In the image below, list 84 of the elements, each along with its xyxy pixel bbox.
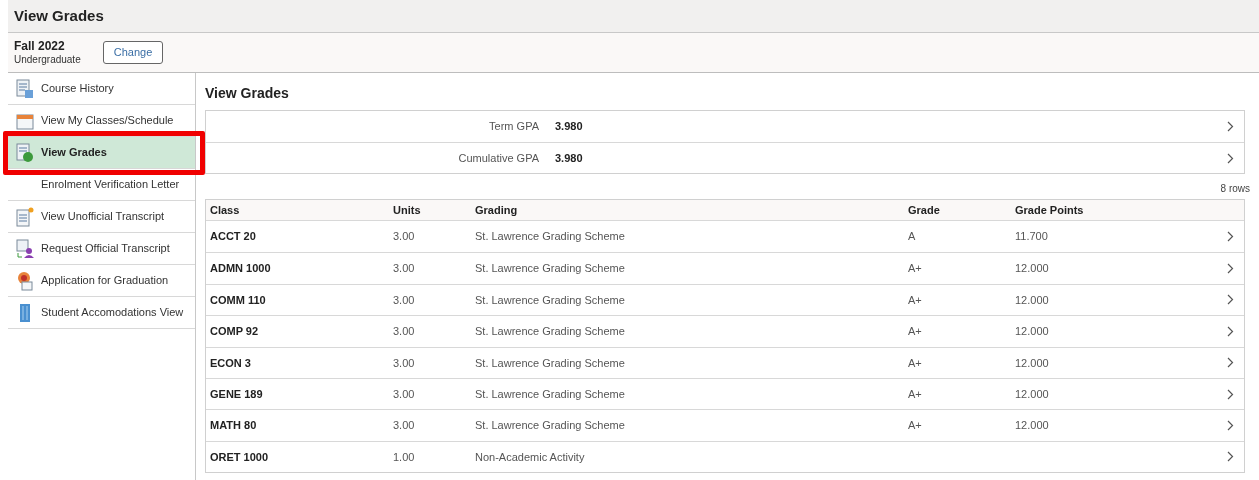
column-header: Grading — [475, 202, 519, 218]
grade-row[interactable]: GENE 189 3.00 St. Lawrence Grading Scheme A+ 12.000 — [206, 377, 1244, 410]
table-cell: St. Lawrence Grading Scheme — [475, 293, 625, 306]
grade-row[interactable]: ACCT 20 3.00 St. Lawrence Grading Scheme A 11.700 — [206, 221, 1244, 253]
grade-row[interactable]: ORET 1000 1.00 Non-Academic Activity — [206, 440, 1244, 473]
table-cell: A+ — [908, 387, 922, 400]
table-cell: A — [908, 230, 916, 243]
table-cell: 3.00 — [393, 387, 415, 400]
document-icon — [16, 206, 34, 227]
chevron-right-icon — [1227, 231, 1234, 243]
grade-row[interactable]: ECON 3 3.00 St. Lawrence Grading Scheme A+ 12.000 — [206, 346, 1244, 378]
table-cell: St. Lawrence Grading Scheme — [475, 387, 625, 400]
table-cell: 3.00 — [393, 419, 415, 432]
building-icon — [18, 302, 32, 323]
change-button[interactable]: Change — [102, 41, 164, 64]
table-cell: ORET 1000 — [210, 450, 269, 463]
table-cell: A+ — [908, 262, 922, 275]
column-header: Grade Points — [1015, 202, 1085, 218]
table-cell: A+ — [908, 293, 922, 306]
sidebar-item[interactable]: Student Accomodations View — [8, 297, 195, 328]
table-cell: St. Lawrence Grading Scheme — [475, 230, 625, 243]
ribbon-icon — [16, 270, 34, 291]
term-name: Fall 2022 — [14, 38, 66, 54]
chevron-right-icon — [1227, 388, 1234, 400]
table-cell: 12.000 — [1015, 387, 1049, 400]
table-cell: COMM 110 — [210, 293, 266, 306]
table-cell: 12.000 — [1015, 262, 1049, 275]
grade-row[interactable]: MATH 80 3.00 St. Lawrence Grading Scheme A+ 12.000 — [206, 409, 1244, 441]
column-header: Units — [393, 202, 422, 218]
table-cell: 3.00 — [393, 325, 415, 338]
gpa-row[interactable]: Cumulative GPA 3.980 — [206, 142, 1244, 173]
table-cell: COMP 92 — [210, 325, 259, 338]
page-title: View Grades — [14, 5, 104, 26]
document-person-icon — [16, 238, 34, 259]
row-count: 8 rows — [1220, 182, 1250, 196]
table-cell: Non-Academic Activity — [475, 450, 585, 463]
table-cell: 3.00 — [393, 262, 415, 275]
chevron-right-icon — [1227, 357, 1234, 369]
table-cell: 12.000 — [1015, 356, 1049, 369]
sidebar-item[interactable]: View Grades — [8, 137, 195, 168]
sidebar-item[interactable]: Request Official Transcript — [8, 233, 195, 264]
table-cell: MATH 80 — [210, 419, 257, 432]
table-cell: St. Lawrence Grading Scheme — [475, 419, 625, 432]
calendar-icon — [16, 111, 34, 130]
sidebar-item[interactable]: Enrolment Verification Letter — [8, 169, 195, 200]
table-cell: GENE 189 — [210, 387, 263, 400]
table-cell: 3.00 — [393, 230, 415, 243]
table-cell: ECON 3 — [210, 356, 251, 369]
gpa-row[interactable]: Term GPA 3.980 — [206, 111, 1244, 142]
table-cell: 3.00 — [393, 293, 415, 306]
sidebar-item[interactable]: Course History — [8, 73, 195, 104]
grade-row[interactable]: ADMN 1000 3.00 St. Lawrence Grading Scheme A+ 12.000 — [206, 252, 1244, 284]
section-heading: View Grades — [205, 84, 290, 103]
table-cell: 12.000 — [1015, 293, 1049, 306]
table-cell: St. Lawrence Grading Scheme — [475, 325, 625, 338]
column-header: Class — [210, 202, 241, 218]
table-cell: St. Lawrence Grading Scheme — [475, 356, 625, 369]
sidebar-item[interactable]: Application for Graduation — [8, 265, 195, 296]
chevron-right-icon — [1227, 121, 1234, 132]
chevron-right-icon — [1227, 451, 1234, 463]
grade-row[interactable]: COMM 110 3.00 St. Lawrence Grading Scheme A+ 12.000 — [206, 283, 1244, 316]
chevron-right-icon — [1227, 294, 1234, 306]
table-cell: 12.000 — [1015, 419, 1049, 432]
career-label: Undergraduate — [14, 53, 81, 67]
table-cell: ADMN 1000 — [210, 262, 271, 275]
table-cell: St. Lawrence Grading Scheme — [475, 262, 625, 275]
document-icon — [16, 142, 34, 163]
table-cell: A+ — [908, 356, 922, 369]
chevron-right-icon — [1227, 263, 1234, 275]
column-header: Grade — [908, 202, 941, 218]
table-cell: A+ — [908, 325, 922, 338]
table-cell: 1.00 — [393, 450, 415, 463]
table-cell: 3.00 — [393, 356, 415, 369]
chevron-right-icon — [1227, 420, 1234, 432]
document-icon — [16, 78, 34, 99]
table-cell: A+ — [908, 419, 922, 432]
chevron-right-icon — [1227, 325, 1234, 337]
sidebar-item[interactable]: View Unofficial Transcript — [8, 201, 195, 232]
table-cell: 12.000 — [1015, 325, 1049, 338]
chevron-right-icon — [1227, 152, 1234, 164]
sidebar-item[interactable]: View My Classes/Schedule — [8, 105, 195, 136]
table-cell: 11.700 — [1015, 230, 1048, 243]
grade-row[interactable]: COMP 92 3.00 St. Lawrence Grading Scheme A+ 12.000 — [206, 315, 1244, 347]
table-cell: ACCT 20 — [210, 230, 256, 243]
